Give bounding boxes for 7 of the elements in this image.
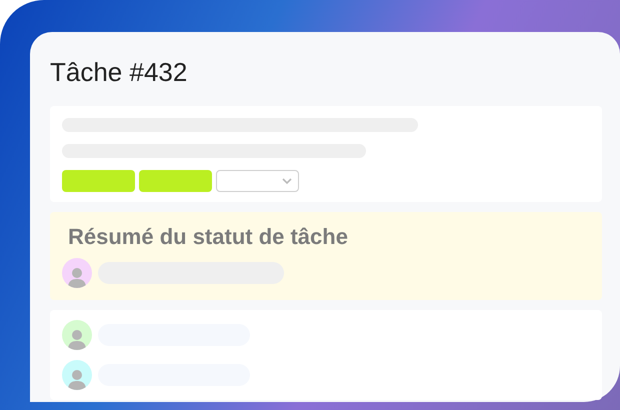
dropdown[interactable]: [216, 170, 299, 192]
task-title: Tâche #432: [50, 56, 188, 89]
person-icon: [67, 368, 87, 390]
chevron-down-icon: [282, 178, 292, 184]
summary-title: Résumé du statut de tâche: [67, 223, 349, 251]
person-icon: [67, 266, 87, 288]
person-icon: [67, 328, 87, 350]
